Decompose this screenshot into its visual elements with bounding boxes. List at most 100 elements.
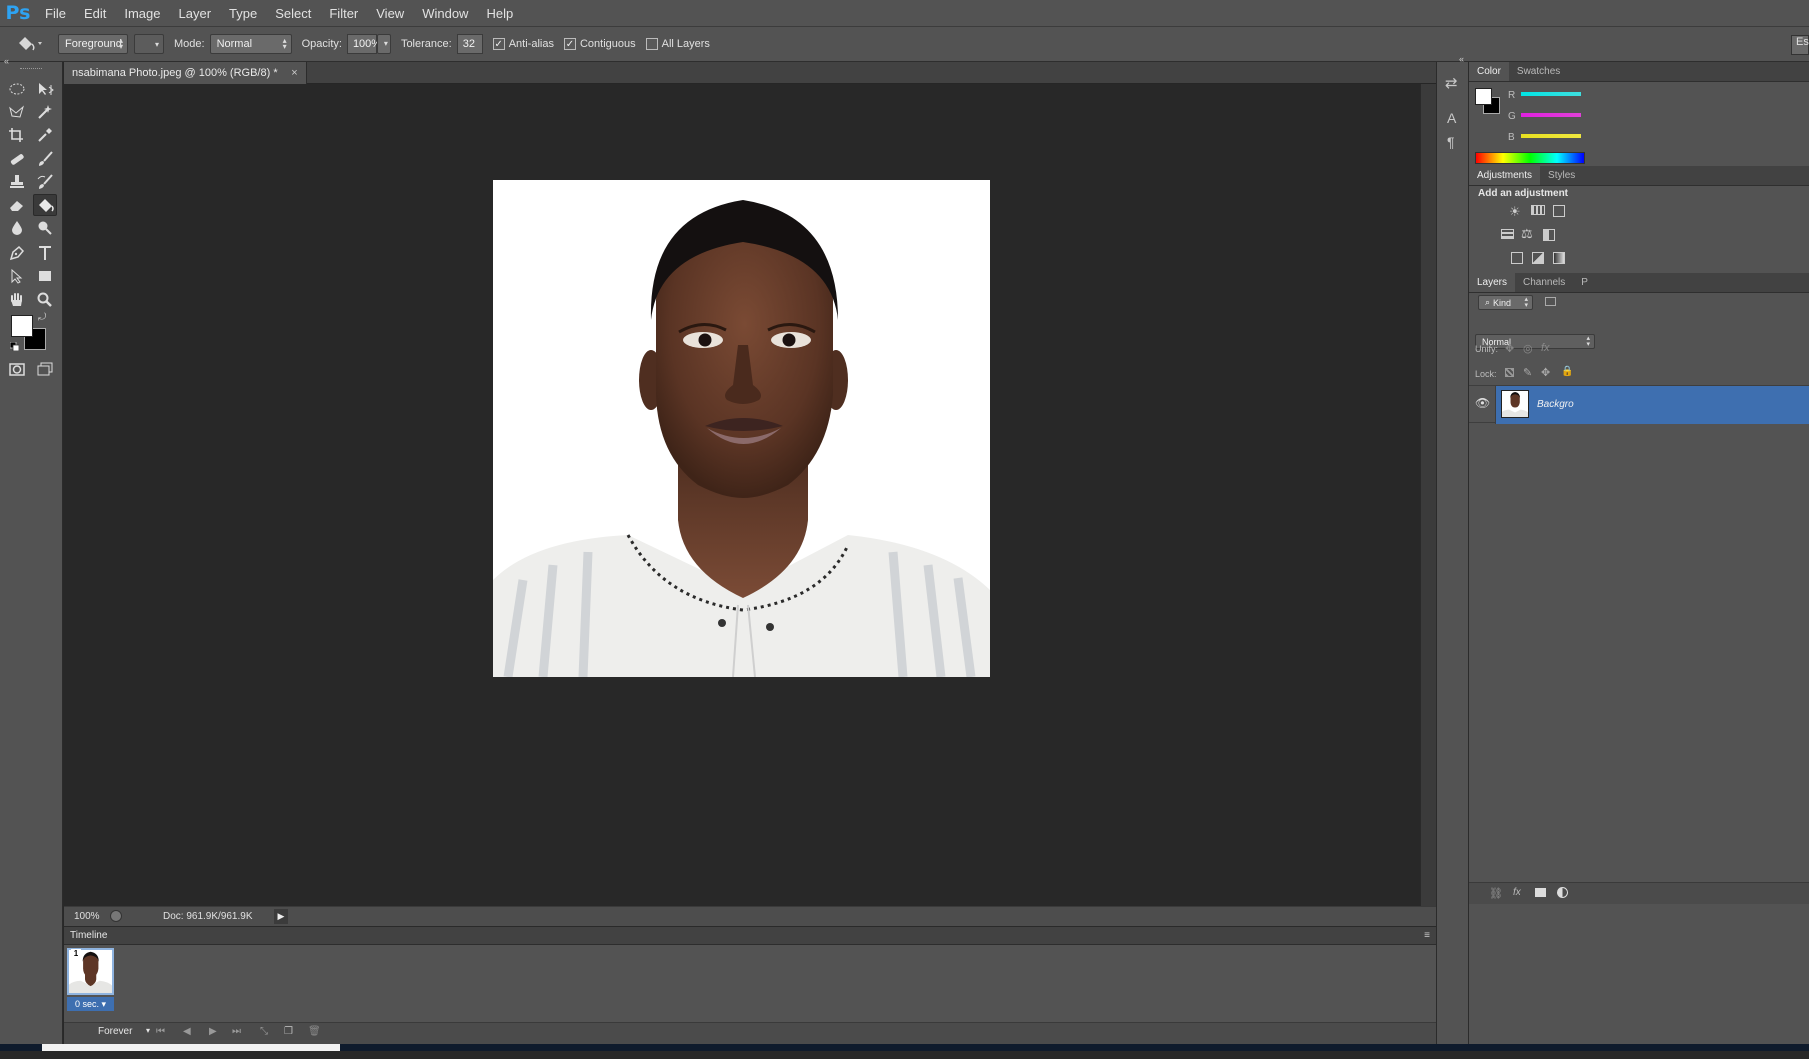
pattern-picker[interactable]: ▾ (134, 34, 164, 54)
brightness-icon[interactable]: ☀ (1509, 204, 1521, 220)
invert-icon[interactable] (1511, 252, 1523, 264)
curves-icon[interactable] (1553, 205, 1565, 217)
menu-file[interactable]: File (36, 0, 75, 27)
first-frame-icon[interactable]: ⏮ (156, 1026, 165, 1037)
history-panel-icon[interactable]: ⇄ (1445, 74, 1458, 92)
menu-type[interactable]: Type (220, 0, 266, 27)
move-tool[interactable] (33, 78, 57, 100)
red-slider[interactable] (1521, 92, 1581, 96)
layer-filter-kind-dropdown[interactable]: ⌕ Kind ▴ ▾ (1478, 295, 1533, 310)
toolbar-grip[interactable] (20, 68, 42, 70)
blue-slider[interactable] (1521, 134, 1581, 138)
tolerance-input[interactable]: 32 (456, 34, 483, 54)
lock-image-icon[interactable]: ✎ (1523, 366, 1532, 379)
path-selection-tool[interactable] (5, 265, 29, 287)
lasso-tool[interactable] (5, 101, 29, 123)
paint-bucket-tool[interactable] (33, 194, 57, 216)
menu-window[interactable]: Window (413, 0, 477, 27)
menu-edit[interactable]: Edit (75, 0, 115, 27)
new-adjustment-layer-icon[interactable] (1557, 887, 1568, 898)
loop-dropdown[interactable]: Forever ▾ (90, 1026, 150, 1041)
quick-mask-button[interactable] (5, 358, 29, 380)
workspace-switcher[interactable]: Es (1791, 35, 1809, 55)
crop-tool[interactable] (5, 124, 29, 146)
add-layer-style-icon[interactable]: fx (1513, 887, 1521, 898)
vertical-scrollbar[interactable] (1420, 84, 1436, 906)
delete-frame-icon[interactable]: 🗑 (308, 1026, 321, 1037)
green-slider[interactable] (1521, 113, 1581, 117)
color-foreground-swatch[interactable] (1475, 88, 1492, 105)
clone-stamp-tool[interactable] (5, 171, 29, 193)
close-icon[interactable]: × (291, 62, 297, 84)
color-balance-icon[interactable]: ⚖ (1521, 226, 1533, 242)
menu-image[interactable]: Image (115, 0, 169, 27)
panel-menu-icon[interactable]: ≡ (1424, 927, 1430, 945)
screen-mode-button[interactable] (33, 358, 57, 380)
zoom-tool[interactable] (33, 289, 57, 311)
status-menu-arrow-icon[interactable]: ▶ (274, 909, 288, 924)
tab-layers[interactable]: Layers (1469, 273, 1516, 292)
status-info-icon[interactable] (110, 910, 122, 922)
filter-image-icon[interactable] (1545, 297, 1556, 306)
duplicate-frame-icon[interactable]: ❐ (284, 1026, 293, 1037)
play-icon[interactable]: ▶ (209, 1026, 217, 1037)
tab-styles[interactable]: Styles (1540, 166, 1583, 185)
layer-name[interactable]: Backgro (1537, 399, 1574, 410)
layer-row-background[interactable]: 👁 Backgro (1469, 385, 1809, 424)
default-colors-icon[interactable] (10, 342, 19, 351)
collapse-toolbar-icon[interactable]: « (4, 56, 9, 66)
opacity-slider-toggle[interactable]: ▾ (376, 34, 391, 54)
marquee-tool[interactable] (5, 78, 29, 100)
eyedropper-tool[interactable] (33, 124, 57, 146)
magic-wand-tool[interactable] (33, 101, 57, 123)
contiguous-checkbox[interactable]: ✓ (563, 38, 576, 50)
tab-color[interactable]: Color (1469, 62, 1509, 81)
paragraph-panel-icon[interactable]: ¶ (1447, 134, 1455, 150)
document-image[interactable] (493, 180, 990, 677)
foreground-color-swatch[interactable] (11, 315, 33, 337)
add-mask-icon[interactable] (1535, 888, 1546, 897)
layer-visibility-eye-icon[interactable]: 👁 (1475, 396, 1490, 410)
dodge-tool[interactable] (33, 217, 57, 239)
rectangle-tool[interactable] (33, 265, 57, 287)
black-white-icon[interactable] (1543, 229, 1555, 241)
antialias-checkbox[interactable]: ✓ (492, 38, 505, 50)
hue-saturation-icon[interactable] (1501, 229, 1514, 239)
threshold-icon[interactable] (1532, 252, 1544, 264)
zoom-level[interactable]: 100% (74, 911, 100, 922)
tween-icon[interactable]: ⤡ (260, 1026, 268, 1037)
previous-frame-icon[interactable]: ◀ (183, 1026, 191, 1037)
color-spectrum-bar[interactable] (1475, 152, 1585, 164)
lock-position-icon[interactable]: ✥ (1541, 366, 1550, 379)
hand-tool[interactable] (5, 289, 29, 311)
document-tab[interactable]: nsabimana Photo.jpeg @ 100% (RGB/8) * × (64, 62, 307, 84)
menu-view[interactable]: View (367, 0, 413, 27)
blur-tool[interactable] (5, 217, 29, 239)
unify-style-icon[interactable]: fx (1541, 342, 1550, 354)
gradient-map-icon[interactable] (1553, 252, 1565, 264)
lock-all-icon[interactable]: 🔒 (1561, 366, 1573, 377)
link-layers-icon[interactable]: ⛓ (1489, 887, 1503, 900)
menu-layer[interactable]: Layer (170, 0, 221, 27)
mode-dropdown[interactable]: Normal ▴ ▾ (209, 34, 292, 54)
menu-help[interactable]: Help (477, 0, 522, 27)
eraser-tool[interactable] (5, 194, 29, 216)
next-frame-icon[interactable]: ⏭ (232, 1026, 241, 1037)
frame-delay-dropdown[interactable]: 0 sec. ▾ (67, 997, 114, 1011)
lock-transparent-icon[interactable] (1505, 368, 1514, 377)
healing-brush-tool[interactable] (5, 148, 29, 170)
taskbar-search-box[interactable] (42, 1044, 340, 1051)
menu-filter[interactable]: Filter (320, 0, 367, 27)
unify-position-icon[interactable]: ✥ (1505, 342, 1514, 355)
layer-thumbnail[interactable] (1501, 390, 1529, 418)
all-layers-checkbox[interactable] (645, 38, 658, 50)
opacity-input[interactable]: 100% (346, 34, 381, 54)
tab-channels[interactable]: Channels (1515, 273, 1573, 292)
levels-icon[interactable] (1531, 205, 1545, 215)
history-brush-tool[interactable] (33, 171, 57, 193)
tab-paths[interactable]: P (1573, 273, 1596, 292)
fill-source-dropdown[interactable]: Foreground ▴ ▾ (58, 34, 128, 54)
tool-preset-picker[interactable] (6, 29, 52, 59)
type-tool[interactable] (33, 242, 57, 264)
expand-panels-icon[interactable]: « (1459, 54, 1464, 64)
